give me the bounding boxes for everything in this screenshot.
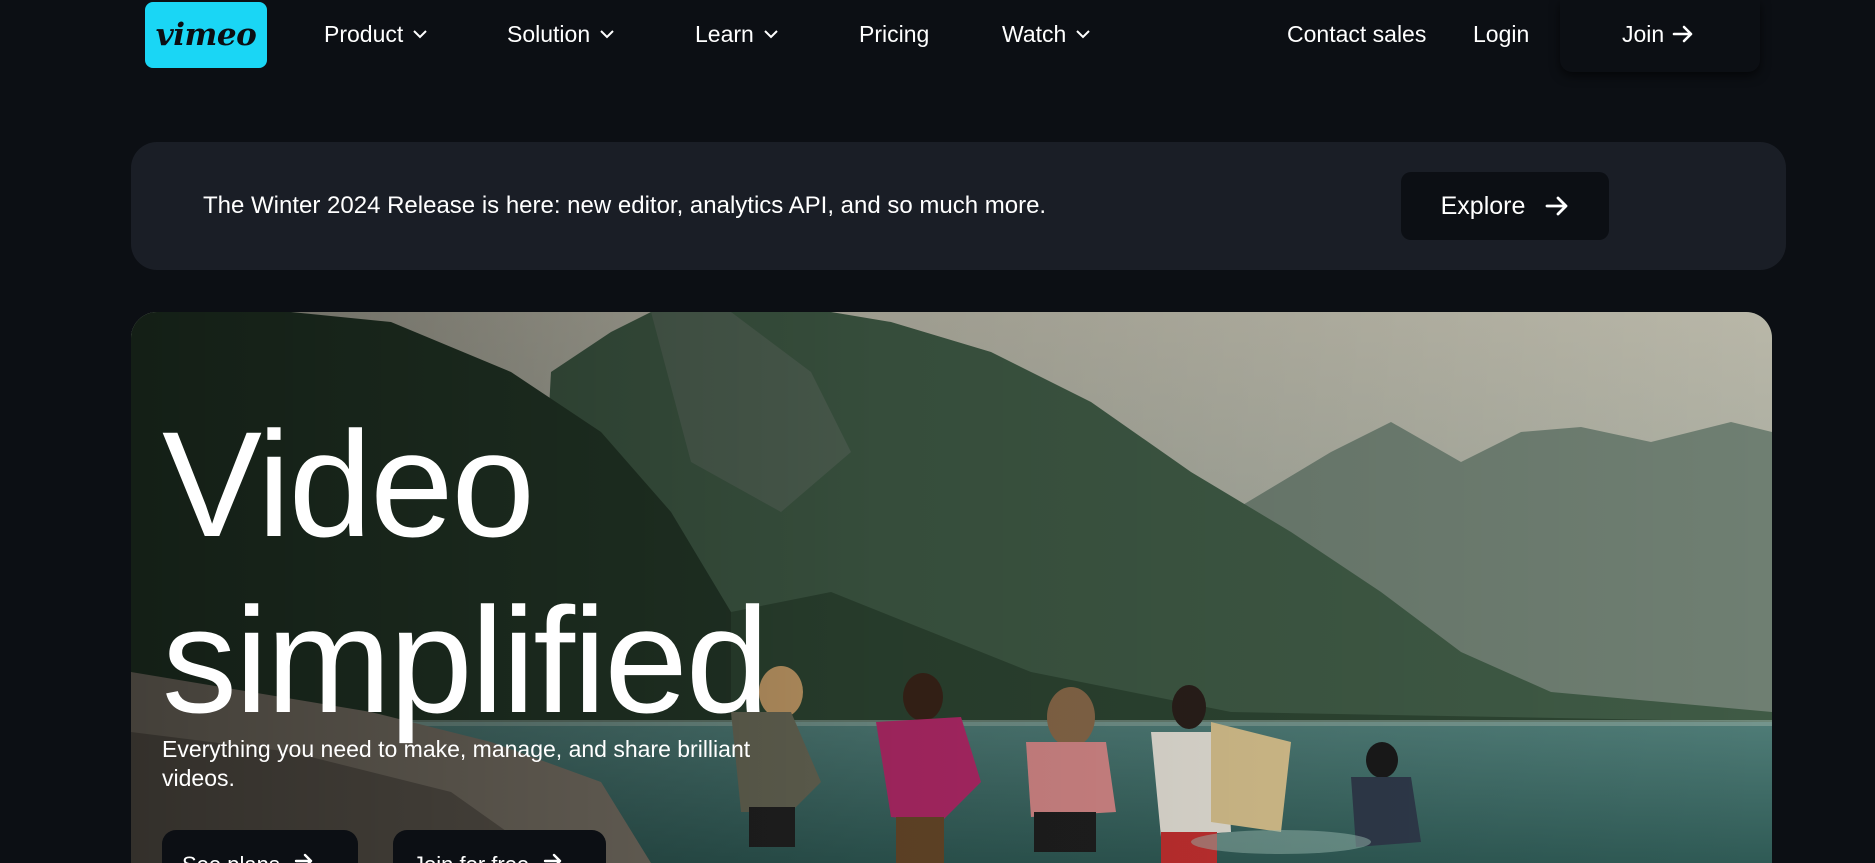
nav-learn[interactable]: Learn (695, 20, 780, 48)
explore-label: Explore (1440, 191, 1526, 220)
release-banner: The Winter 2024 Release is here: new edi… (131, 142, 1786, 270)
hero-title-line-2: simplified (162, 576, 769, 744)
arrow-right-icon (1545, 195, 1569, 217)
hero-section: Video simplified Everything you need to … (131, 312, 1772, 863)
hero-subtitle: Everything you need to make, manage, and… (162, 736, 751, 791)
chevron-down-icon (1074, 25, 1092, 43)
join-button[interactable]: Join (1622, 20, 1694, 48)
arrow-right-icon (543, 852, 563, 863)
nav-watch[interactable]: Watch (1002, 20, 1092, 48)
hero-title: Video simplified (162, 396, 769, 748)
nav-pricing-label: Pricing (859, 20, 930, 47)
nav-product[interactable]: Product (324, 20, 429, 48)
join-label: Join (1622, 20, 1665, 47)
nav-pricing[interactable]: Pricing (859, 20, 929, 48)
nav-learn-label: Learn (695, 20, 754, 47)
nav-solution[interactable]: Solution (507, 20, 616, 48)
contact-sales-link[interactable]: Contact sales (1287, 20, 1426, 48)
vimeo-logo[interactable]: vimeo (145, 2, 267, 68)
arrow-right-icon (294, 852, 314, 863)
arrow-right-icon (1672, 24, 1694, 44)
join-for-free-button[interactable]: Join for free (393, 830, 606, 863)
logo-text: vimeo (155, 17, 257, 53)
see-plans-label: See plans (182, 852, 280, 863)
explore-button[interactable]: Explore (1401, 172, 1609, 240)
top-navigation: vimeo Product Solution Learn Pricing Wat… (0, 0, 1875, 72)
nav-watch-label: Watch (1002, 20, 1067, 47)
nav-solution-label: Solution (507, 20, 591, 47)
hero-title-line-1: Video (162, 400, 535, 568)
login-link[interactable]: Login (1473, 20, 1529, 48)
chevron-down-icon (762, 25, 780, 43)
banner-text: The Winter 2024 Release is here: new edi… (203, 192, 1047, 219)
see-plans-button[interactable]: See plans (162, 830, 358, 863)
join-for-free-label: Join for free (413, 852, 529, 863)
chevron-down-icon (598, 25, 616, 43)
nav-product-label: Product (324, 20, 404, 47)
chevron-down-icon (411, 25, 429, 43)
